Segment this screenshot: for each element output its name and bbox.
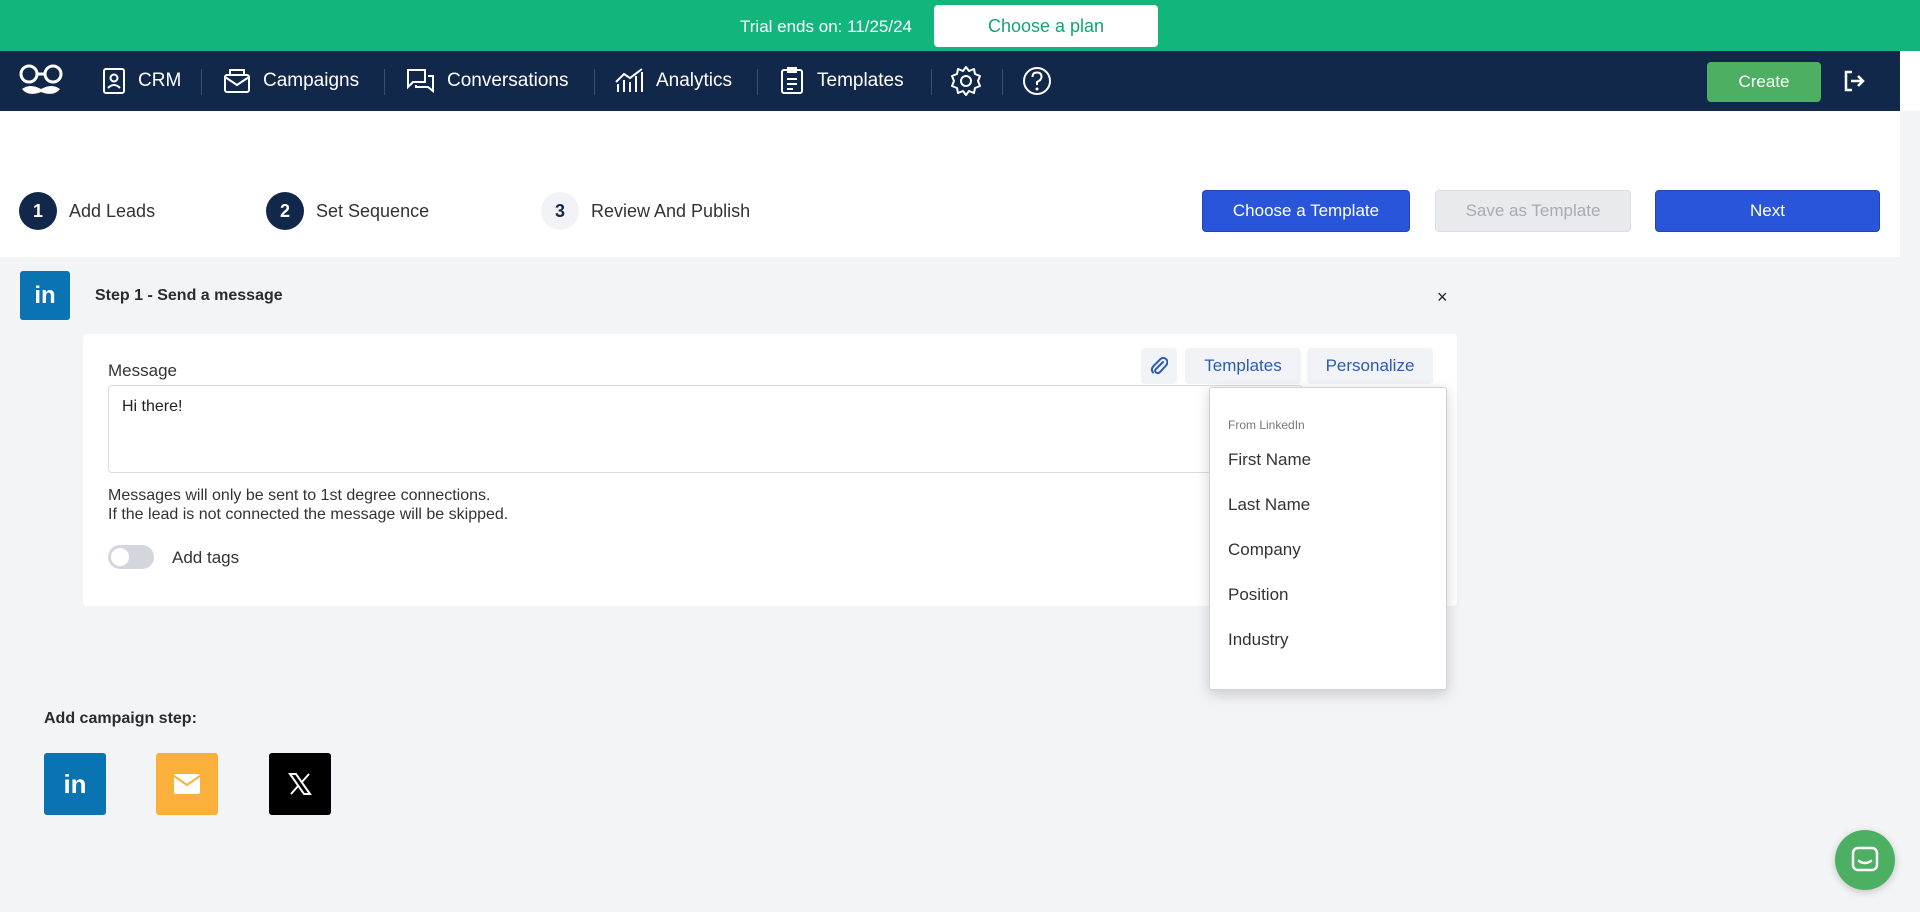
nav-crm-label: CRM [138, 70, 182, 91]
step-number: 3 [541, 192, 579, 230]
logout-icon[interactable] [1842, 69, 1866, 93]
dropdown-section-label: From LinkedIn [1228, 418, 1305, 432]
nav-campaigns[interactable]: Campaigns [223, 51, 359, 111]
dropdown-item-last-name[interactable]: Last Name [1228, 495, 1310, 515]
nav-crm[interactable]: CRM [102, 51, 181, 111]
add-campaign-step-title: Add campaign step: [44, 710, 197, 727]
logo-icon[interactable] [18, 63, 64, 99]
gear-icon[interactable] [950, 65, 982, 97]
message-input[interactable]: Hi there! [108, 385, 1303, 473]
close-step-button[interactable]: × [1437, 287, 1448, 308]
nav-templates-label: Templates [817, 70, 904, 91]
step-set-sequence[interactable]: 2 Set Sequence [266, 192, 429, 230]
paperclip-icon [1150, 356, 1168, 375]
add-email-step-button[interactable] [156, 753, 218, 815]
add-linkedin-step-button[interactable]: in [44, 753, 106, 815]
nav-divider [594, 69, 595, 95]
nav-conversations-label: Conversations [447, 70, 569, 91]
wizard-stepper: 1 Add Leads 2 Set Sequence 3 Review And … [0, 111, 1900, 257]
envelope-icon [173, 774, 201, 794]
personalize-dropdown: From LinkedIn First Name Last Name Compa… [1209, 387, 1447, 690]
step-review-publish[interactable]: 3 Review And Publish [541, 192, 750, 230]
save-as-template-button[interactable]: Save as Template [1435, 190, 1631, 232]
add-tags-toggle[interactable] [108, 545, 154, 569]
nav-divider [931, 69, 932, 95]
toggle-knob [111, 548, 129, 566]
delivery-hint: Messages will only be sent to 1st degree… [108, 486, 508, 524]
trial-banner: Trial ends on: 11/25/24 Choose a plan [0, 0, 1920, 51]
linkedin-step-icon: in [20, 271, 70, 320]
nav-analytics-label: Analytics [656, 70, 733, 91]
support-chat-button[interactable] [1835, 830, 1895, 890]
nav-divider [757, 69, 758, 95]
step-label: Set Sequence [316, 200, 430, 221]
message-label: Message [108, 361, 177, 380]
step-number: 1 [19, 192, 57, 230]
step-title: Step 1 - Send a message [95, 287, 283, 304]
hint-line-2: If the lead is not connected the message… [108, 506, 509, 523]
next-button[interactable]: Next [1655, 190, 1880, 232]
templates-tab[interactable]: Templates [1185, 348, 1301, 384]
personalize-tab[interactable]: Personalize [1307, 348, 1433, 384]
nav-campaigns-label: Campaigns [263, 70, 360, 91]
x-logo-icon [288, 773, 312, 795]
step-label: Review And Publish [591, 200, 751, 221]
nav-conversations[interactable]: Conversations [405, 51, 568, 111]
nav-divider [1002, 69, 1003, 95]
help-circle-icon[interactable] [1021, 65, 1053, 97]
dropdown-item-first-name[interactable]: First Name [1228, 450, 1311, 470]
chat-icon [1851, 846, 1879, 872]
add-tags-label: Add tags [172, 548, 240, 567]
create-button[interactable]: Create [1707, 62, 1821, 102]
step-add-leads[interactable]: 1 Add Leads [19, 192, 155, 230]
choose-plan-button[interactable]: Choose a plan [934, 5, 1158, 47]
nav-divider [384, 69, 385, 95]
hint-line-1: Messages will only be sent to 1st degree… [108, 487, 491, 504]
add-x-step-button[interactable] [269, 753, 331, 815]
contact-card-icon [103, 68, 125, 94]
document-icon [781, 67, 803, 94]
bar-chart-icon [615, 68, 643, 92]
dropdown-item-position[interactable]: Position [1228, 585, 1288, 605]
trial-end-text: Trial ends on: 11/25/24 [740, 17, 913, 36]
envelope-icon [224, 69, 250, 93]
step-label: Add Leads [69, 200, 156, 221]
nav-divider [201, 69, 202, 95]
dropdown-item-company[interactable]: Company [1228, 540, 1301, 560]
top-nav: CRM Campaigns Conversations Analytics Te… [0, 51, 1900, 111]
nav-gutter [1900, 51, 1920, 111]
choose-template-button[interactable]: Choose a Template [1202, 190, 1410, 232]
attach-button[interactable] [1141, 348, 1177, 384]
nav-analytics[interactable]: Analytics [614, 51, 732, 111]
nav-templates[interactable]: Templates [779, 51, 904, 111]
dropdown-item-industry[interactable]: Industry [1228, 630, 1288, 650]
step-number: 2 [266, 192, 304, 230]
chat-bubbles-icon [407, 69, 434, 94]
